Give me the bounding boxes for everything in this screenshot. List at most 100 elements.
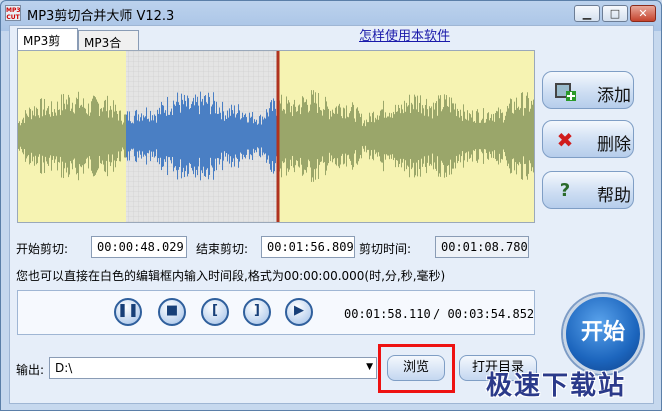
waveform-sample [423, 108, 424, 164]
waveform-sample [501, 113, 502, 159]
help-link[interactable]: 怎样使用本软件 [359, 25, 450, 44]
end-time-input[interactable]: 00:01:56.809 [261, 236, 355, 258]
delete-button[interactable]: ✖ 删除 [542, 120, 634, 158]
waveform-sample [344, 108, 345, 164]
waveform-sample [410, 112, 411, 160]
waveform-sample [330, 110, 331, 162]
maximize-button[interactable]: □ [602, 5, 628, 22]
waveform-sample [196, 102, 197, 170]
waveform-sample [321, 110, 322, 162]
tab-mp3-merge[interactable]: MP3合并 [78, 30, 139, 67]
stop-icon: ■ [165, 303, 179, 318]
waveform-canvas[interactable] [18, 51, 534, 222]
stop-button[interactable]: ■ [158, 298, 186, 326]
waveform-sample [395, 104, 396, 168]
play-selection-button[interactable]: ▶ [285, 298, 313, 326]
waveform-sample [326, 101, 327, 171]
set-start-button[interactable]: [ [201, 298, 229, 326]
help-button[interactable]: ? 帮助 [542, 171, 634, 209]
waveform-sample [510, 98, 511, 174]
waveform-sample [79, 107, 80, 165]
waveform-sample [477, 109, 478, 163]
title-bar: MP3 CUT MP3剪切合并大师 V12.3 ▁ □ ✕ [1, 1, 661, 25]
waveform-sample [241, 118, 242, 154]
waveform-sample [280, 103, 281, 169]
output-path-select[interactable]: D:\ ▼ [49, 357, 377, 379]
waveform-sample [322, 115, 323, 157]
waveform-sample [78, 91, 79, 181]
waveform-sample [137, 120, 138, 152]
waveform-sample [240, 119, 241, 153]
waveform-sample [482, 118, 483, 154]
waveform-sample [154, 114, 155, 158]
end-cut-label: 结束剪切: [196, 242, 249, 256]
waveform-sample [23, 117, 24, 155]
waveform-sample [453, 103, 454, 169]
waveform-sample [398, 104, 399, 168]
app-logo-icon: MP3 CUT [5, 5, 21, 21]
waveform-sample [472, 110, 473, 162]
waveform-sample [311, 90, 312, 182]
waveform-sample [96, 99, 97, 173]
waveform-sample [487, 113, 488, 159]
waveform-sample [319, 107, 320, 165]
waveform-sample [124, 114, 125, 158]
waveform-sample [465, 118, 466, 154]
waveform-sample [331, 116, 332, 156]
waveform-sample [174, 104, 175, 168]
waveform-sample [387, 116, 388, 156]
waveform-sample [288, 100, 289, 172]
waveform-sample [388, 116, 389, 156]
waveform-sample [499, 118, 500, 154]
waveform-sample [211, 106, 212, 166]
waveform-sample [362, 125, 363, 147]
waveform-sample [210, 114, 211, 158]
waveform-sample [141, 113, 142, 159]
tab-mp3-cut[interactable]: MP3剪切 [17, 28, 78, 65]
waveform-sample [473, 121, 474, 151]
waveform-sample [238, 104, 239, 168]
waveform-sample [340, 107, 341, 165]
waveform-sample [347, 116, 348, 156]
waveform-sample [317, 112, 318, 160]
dropdown-arrow-icon[interactable]: ▼ [366, 362, 373, 372]
waveform-sample [248, 122, 249, 150]
waveform-sample [266, 109, 267, 163]
waveform-sample [165, 110, 166, 162]
waveform-sample [533, 99, 534, 173]
waveform-sample [192, 101, 193, 171]
film-add-icon [553, 79, 577, 103]
waveform-sample [131, 123, 132, 149]
waveform-sample [42, 116, 43, 156]
waveform-sample [293, 104, 294, 168]
waveform-sample [33, 115, 34, 157]
minimize-button[interactable]: ▁ [574, 5, 600, 22]
waveform-view[interactable] [17, 50, 535, 223]
waveform-sample [528, 98, 529, 174]
waveform-sample [377, 115, 378, 157]
add-button[interactable]: 添加 [542, 71, 634, 109]
waveform-sample [417, 95, 418, 177]
waveform-sample [139, 121, 140, 151]
waveform-sample [412, 104, 413, 168]
waveform-sample [253, 123, 254, 149]
waveform-sample [523, 115, 524, 157]
waveform-sample [214, 100, 215, 172]
close-button[interactable]: ✕ [630, 5, 656, 22]
waveform-sample [524, 107, 525, 165]
waveform-sample [178, 102, 179, 170]
waveform-sample [428, 116, 429, 156]
waveform-sample [440, 95, 441, 177]
waveform-sample [299, 104, 300, 168]
waveform-sample [393, 111, 394, 161]
waveform-sample [136, 109, 137, 163]
set-end-button[interactable]: ] [243, 298, 271, 326]
start-time-input[interactable]: 00:00:48.029 [91, 236, 187, 258]
pause-button[interactable]: ❚❚ [114, 298, 142, 326]
waveform-sample [209, 97, 210, 175]
waveform-sample [439, 98, 440, 174]
waveform-sample [286, 96, 287, 176]
waveform-sample [335, 107, 336, 165]
start-button[interactable]: 开始 [563, 294, 643, 374]
waveform-sample [530, 108, 531, 164]
